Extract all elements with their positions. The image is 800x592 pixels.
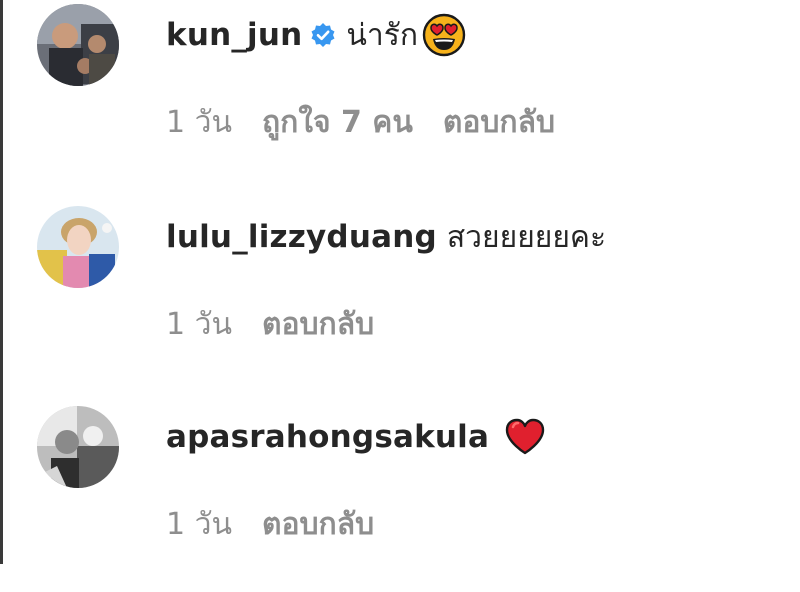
comment-text: สวยยยยยคะ: [446, 219, 607, 255]
comment-timestamp: 1 วัน: [166, 506, 232, 542]
username-link[interactable]: kun_jun: [166, 17, 302, 53]
avatar[interactable]: [37, 206, 119, 288]
username-link[interactable]: lulu_lizzyduang: [166, 219, 437, 255]
comment-meta: 1 วัน ถูกใจ 7 คน ตอบกลับ: [166, 98, 555, 146]
comment-timestamp: 1 วัน: [166, 306, 232, 342]
comment-item: kun_jun น่ารัก 1 วัน ถูกใจ 7 คน ตอบกลับ: [0, 0, 800, 190]
comment-item: lulu_lizzyduang สวยยยยยคะ 1 วัน ตอบกลับ: [0, 202, 800, 392]
comment-timestamp: 1 วัน: [166, 104, 232, 140]
comment-meta: 1 วัน ตอบกลับ: [166, 300, 374, 348]
reply-button[interactable]: ตอบกลับ: [262, 501, 374, 548]
comment-meta: 1 วัน ตอบกลับ: [166, 500, 374, 548]
verified-badge-icon: [310, 22, 336, 48]
comment-body: kun_jun น่ารัก: [166, 10, 466, 60]
comment-body: apasrahongsakula: [166, 412, 547, 462]
reply-button[interactable]: ตอบกลับ: [443, 99, 555, 146]
avatar[interactable]: [37, 4, 119, 86]
comment-text: น่ารัก: [346, 17, 419, 53]
reply-button[interactable]: ตอบกลับ: [262, 301, 374, 348]
heart-eyes-emoji-icon: [422, 13, 466, 57]
username-link[interactable]: apasrahongsakula: [166, 419, 489, 455]
red-heart-emoji-icon: [503, 415, 547, 459]
likes-count-button[interactable]: ถูกใจ 7 คน: [262, 99, 413, 146]
comment-body: lulu_lizzyduang สวยยยยยคะ: [166, 212, 606, 262]
avatar[interactable]: [37, 406, 119, 488]
